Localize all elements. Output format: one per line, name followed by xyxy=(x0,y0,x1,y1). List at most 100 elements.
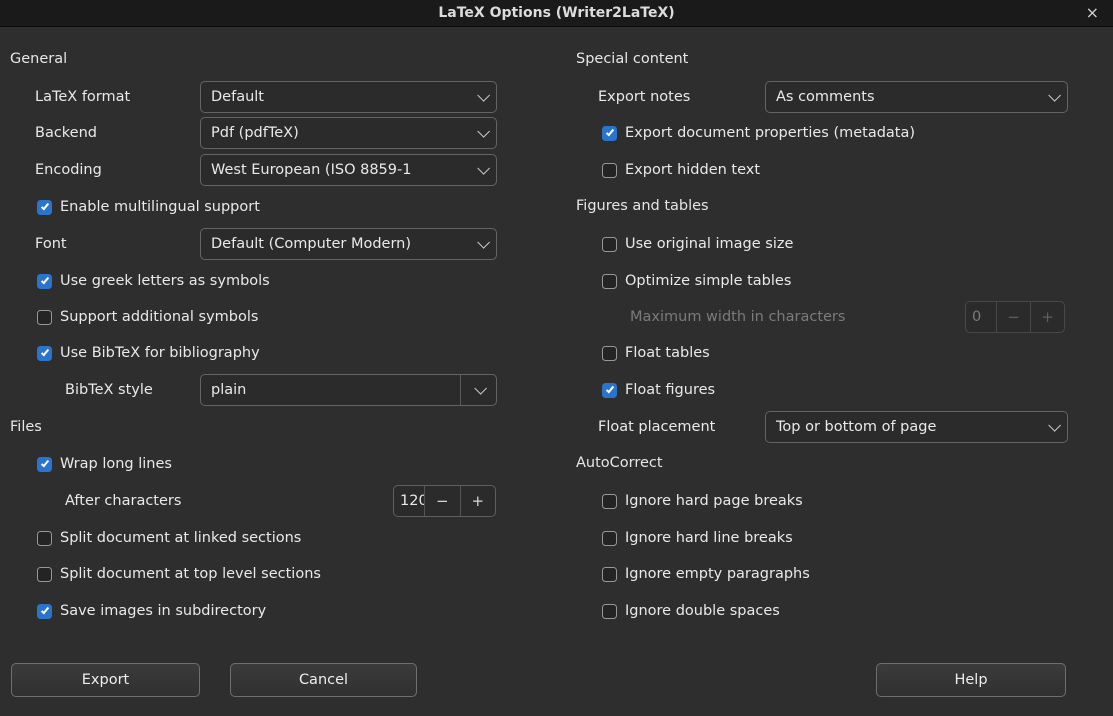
checkbox-use-bibtex[interactable]: Use BibTeX for bibliography xyxy=(37,337,260,369)
chevron-down-icon xyxy=(477,89,490,102)
float-placement-dropdown[interactable]: Top or bottom of page xyxy=(765,411,1068,443)
checkbox-ignore-page-breaks[interactable]: Ignore hard page breaks xyxy=(602,485,803,517)
checkbox-label: Ignore empty paragraphs xyxy=(625,566,810,582)
checkbox-icon xyxy=(602,604,617,619)
checkbox-icon xyxy=(37,531,52,546)
checkbox-export-hidden-text[interactable]: Export hidden text xyxy=(602,154,760,186)
export-notes-dropdown[interactable]: As comments xyxy=(765,81,1068,113)
checkbox-label: Ignore double spaces xyxy=(625,603,780,619)
encoding-value: West European (ISO 8859-1 xyxy=(211,162,469,178)
latex-format-dropdown[interactable]: Default xyxy=(200,81,497,113)
backend-label: Backend xyxy=(35,117,97,149)
section-header-general: General xyxy=(10,43,67,75)
section-header-figures-tables: Figures and tables xyxy=(576,190,709,222)
encoding-dropdown[interactable]: West European (ISO 8859-1 xyxy=(200,154,497,186)
checkmark-icon xyxy=(605,127,613,136)
cancel-button[interactable]: Cancel xyxy=(230,663,417,697)
checkmark-icon xyxy=(40,275,48,284)
chevron-down-icon xyxy=(474,382,487,395)
checkbox-additional-symbols[interactable]: Support additional symbols xyxy=(37,301,258,333)
increment-button: + xyxy=(1030,302,1064,332)
checkbox-optimize-simple-tables[interactable]: Optimize simple tables xyxy=(602,265,791,297)
checkmark-icon xyxy=(40,201,48,210)
checkbox-label: Ignore hard line breaks xyxy=(625,530,793,546)
checkbox-icon xyxy=(37,567,52,582)
spinner-value: 0 xyxy=(966,302,996,332)
chevron-down-icon xyxy=(1048,89,1061,102)
checkbox-icon xyxy=(602,531,617,546)
checkbox-icon xyxy=(602,126,617,141)
section-header-files: Files xyxy=(10,411,42,443)
checkbox-label: Export hidden text xyxy=(625,162,760,178)
combobox-dropdown-button[interactable] xyxy=(460,375,496,405)
latex-format-label: LaTeX format xyxy=(35,81,130,113)
titlebar: LaTeX Options (Writer2LaTeX) × xyxy=(0,0,1113,27)
checkbox-label: Use original image size xyxy=(625,236,793,252)
checkbox-greek-letters[interactable]: Use greek letters as symbols xyxy=(37,265,270,297)
checkbox-icon xyxy=(37,310,52,325)
spinner-value[interactable]: 120 xyxy=(394,486,424,516)
checkbox-icon xyxy=(602,383,617,398)
checkbox-float-figures[interactable]: Float figures xyxy=(602,374,715,406)
close-icon[interactable]: × xyxy=(1082,0,1103,27)
checkbox-icon xyxy=(602,163,617,178)
checkbox-label: Save images in subdirectory xyxy=(60,603,266,619)
increment-button[interactable]: + xyxy=(460,486,496,516)
checkbox-label: Split document at linked sections xyxy=(60,530,301,546)
chevron-down-icon xyxy=(477,236,490,249)
chevron-down-icon xyxy=(477,125,490,138)
chevron-down-icon xyxy=(477,162,490,175)
checkbox-ignore-line-breaks[interactable]: Ignore hard line breaks xyxy=(602,522,793,554)
checkbox-split-top-level-sections[interactable]: Split document at top level sections xyxy=(37,558,321,590)
checkbox-icon xyxy=(602,494,617,509)
decrement-button[interactable]: − xyxy=(424,486,460,516)
export-notes-value: As comments xyxy=(776,89,1040,105)
checkbox-label: Wrap long lines xyxy=(60,456,172,472)
checkbox-enable-multilingual[interactable]: Enable multilingual support xyxy=(37,191,260,223)
checkbox-wrap-long-lines[interactable]: Wrap long lines xyxy=(37,448,172,480)
section-header-special-content: Special content xyxy=(576,43,688,75)
checkbox-original-image-size[interactable]: Use original image size xyxy=(602,228,793,260)
checkbox-save-images-subdirectory[interactable]: Save images in subdirectory xyxy=(37,595,266,627)
checkmark-icon xyxy=(40,458,48,467)
float-placement-label: Float placement xyxy=(598,411,715,443)
bibtex-style-combobox[interactable]: plain xyxy=(200,374,497,406)
export-button[interactable]: Export xyxy=(11,663,200,697)
checkbox-ignore-empty-paragraphs[interactable]: Ignore empty paragraphs xyxy=(602,558,810,590)
checkbox-split-linked-sections[interactable]: Split document at linked sections xyxy=(37,522,301,554)
backend-value: Pdf (pdfTeX) xyxy=(211,125,469,141)
checkbox-ignore-double-spaces[interactable]: Ignore double spaces xyxy=(602,595,780,627)
decrement-button: − xyxy=(996,302,1030,332)
checkbox-icon xyxy=(602,567,617,582)
bibtex-style-label: BibTeX style xyxy=(65,374,153,406)
checkmark-icon xyxy=(605,384,613,393)
checkbox-label: Split document at top level sections xyxy=(60,566,321,582)
checkmark-icon xyxy=(40,347,48,356)
checkbox-float-tables[interactable]: Float tables xyxy=(602,337,710,369)
help-button[interactable]: Help xyxy=(876,663,1066,697)
export-notes-label: Export notes xyxy=(598,81,690,113)
checkbox-icon xyxy=(602,274,617,289)
checkmark-icon xyxy=(40,605,48,614)
checkbox-label: Ignore hard page breaks xyxy=(625,493,803,509)
font-label: Font xyxy=(35,228,67,260)
backend-dropdown[interactable]: Pdf (pdfTeX) xyxy=(200,117,497,149)
font-dropdown[interactable]: Default (Computer Modern) xyxy=(200,228,497,260)
checkbox-icon xyxy=(37,274,52,289)
checkbox-export-metadata[interactable]: Export document properties (metadata) xyxy=(602,117,915,149)
checkbox-icon xyxy=(37,604,52,619)
checkbox-label: Float figures xyxy=(625,382,715,398)
chevron-down-icon xyxy=(1048,419,1061,432)
encoding-label: Encoding xyxy=(35,154,102,186)
max-width-label: Maximum width in characters xyxy=(630,301,845,333)
after-characters-label: After characters xyxy=(65,485,181,517)
after-characters-spinner[interactable]: 120 − + xyxy=(393,485,496,517)
checkbox-icon xyxy=(602,346,617,361)
checkbox-label: Support additional symbols xyxy=(60,309,258,325)
latex-options-dialog: LaTeX Options (Writer2LaTeX) × General L… xyxy=(0,0,1113,716)
checkbox-label: Enable multilingual support xyxy=(60,199,260,215)
checkbox-icon xyxy=(602,237,617,252)
latex-format-value: Default xyxy=(211,89,469,105)
section-header-autocorrect: AutoCorrect xyxy=(576,447,663,479)
bibtex-style-value: plain xyxy=(211,382,460,398)
